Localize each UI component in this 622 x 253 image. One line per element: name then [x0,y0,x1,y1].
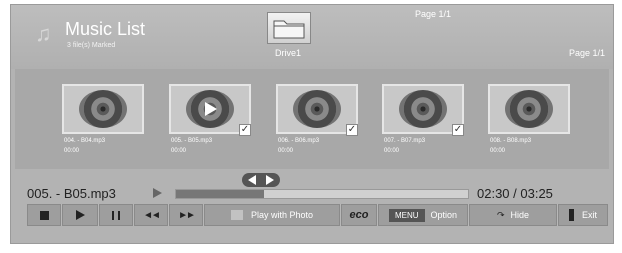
marked-count: 3 file(s) Marked [67,42,116,49]
thumbnail-time: 00:00 [64,148,80,154]
option-button[interactable]: MENU Option [378,204,468,226]
back-icon: ↷ [496,209,505,220]
rewind-icon: ◄◄ [143,209,161,221]
energy-saving-icon: eco [349,209,369,221]
hide-label: Hide [510,210,530,220]
option-label: Option [430,210,458,220]
now-playing-file: 005. - B05.mp3 [27,186,116,201]
pause-icon [112,210,120,220]
photo-icon [230,210,243,220]
stop-icon [39,210,49,220]
stop-button[interactable] [27,204,61,226]
drive-label: Drive1 [275,48,302,58]
thumbnail-name: 006. - B06.mp3 [278,138,320,144]
exit-button[interactable]: Exit [558,204,608,226]
fast-forward-icon: ►► [178,209,196,221]
thumbnail-image [62,84,144,134]
check-icon[interactable]: ✓ [239,124,251,136]
page-indicator-top: Page 1/1 [415,9,452,19]
disc-icon [79,90,127,128]
exit-label: Exit [581,210,597,220]
folder-icon [273,20,305,39]
thumbnail-name: 007. - B07.mp3 [384,138,426,144]
thumbnail-item[interactable]: ✓ 005. - B05.mp3 00:00 [169,84,253,160]
thumbnail-time: 00:00 [171,148,187,154]
check-icon[interactable]: ✓ [452,124,464,136]
page-title: Music List [65,19,146,39]
disc-icon [505,90,553,128]
thumbnail-time: 00:00 [278,148,294,154]
thumbnail-item[interactable]: ✓ 007. - B07.mp3 00:00 [382,84,466,160]
playback-time: 02:30 / 03:25 [477,186,553,201]
progress-bar[interactable] [175,189,469,199]
drive-folder-button[interactable] [267,12,311,44]
rewind-button[interactable]: ◄◄ [134,204,168,226]
thumbnail-name: 005. - B05.mp3 [171,138,213,144]
arrow-right-icon[interactable] [266,175,274,185]
music-list-panel: ♫ Music List 3 file(s) Marked Drive1 Pag… [10,4,614,244]
exit-icon [568,209,574,221]
check-icon[interactable]: ✓ [346,124,358,136]
playing-indicator-icon [153,188,162,198]
play-with-photo-button[interactable]: Play with Photo [204,204,340,226]
play-icon [75,210,85,220]
play-with-photo-label: Play with Photo [250,210,314,220]
progress-fill [176,190,264,198]
hide-button[interactable]: ↷ Hide [469,204,557,226]
energy-saving-button[interactable]: eco [341,204,377,226]
menu-key-icon: MENU [388,208,425,222]
fast-forward-button[interactable]: ►► [169,204,203,226]
thumbnail-item[interactable]: ✓ 006. - B06.mp3 00:00 [276,84,360,160]
play-button[interactable] [62,204,98,226]
arrow-left-icon[interactable] [248,175,256,185]
thumbnail-grid: 004. - B04.mp3 00:00 ✓ 005. - B05.mp3 00… [15,69,609,169]
header: ♫ Music List 3 file(s) Marked Drive1 Pag… [11,5,613,69]
disc-icon [399,90,447,128]
music-note-icon: ♫ [35,21,52,46]
thumbnail-item[interactable]: 004. - B04.mp3 00:00 [62,84,146,160]
control-bar: ◄◄ ►► Play with Photo eco MENU Option ↷ … [27,204,608,226]
thumbnail-time: 00:00 [490,148,506,154]
thumbnail-name: 008. - B08.mp3 [490,138,532,144]
play-icon [205,102,217,116]
page-nav-arrows[interactable] [242,173,280,187]
thumbnail-image [488,84,570,134]
page-indicator: Page 1/1 [568,48,605,58]
thumbnail-item[interactable]: 008. - B08.mp3 00:00 [488,84,572,160]
thumbnail-name: 004. - B04.mp3 [64,138,106,144]
pause-button[interactable] [99,204,133,226]
thumbnail-time: 00:00 [384,148,400,154]
disc-icon [293,90,341,128]
